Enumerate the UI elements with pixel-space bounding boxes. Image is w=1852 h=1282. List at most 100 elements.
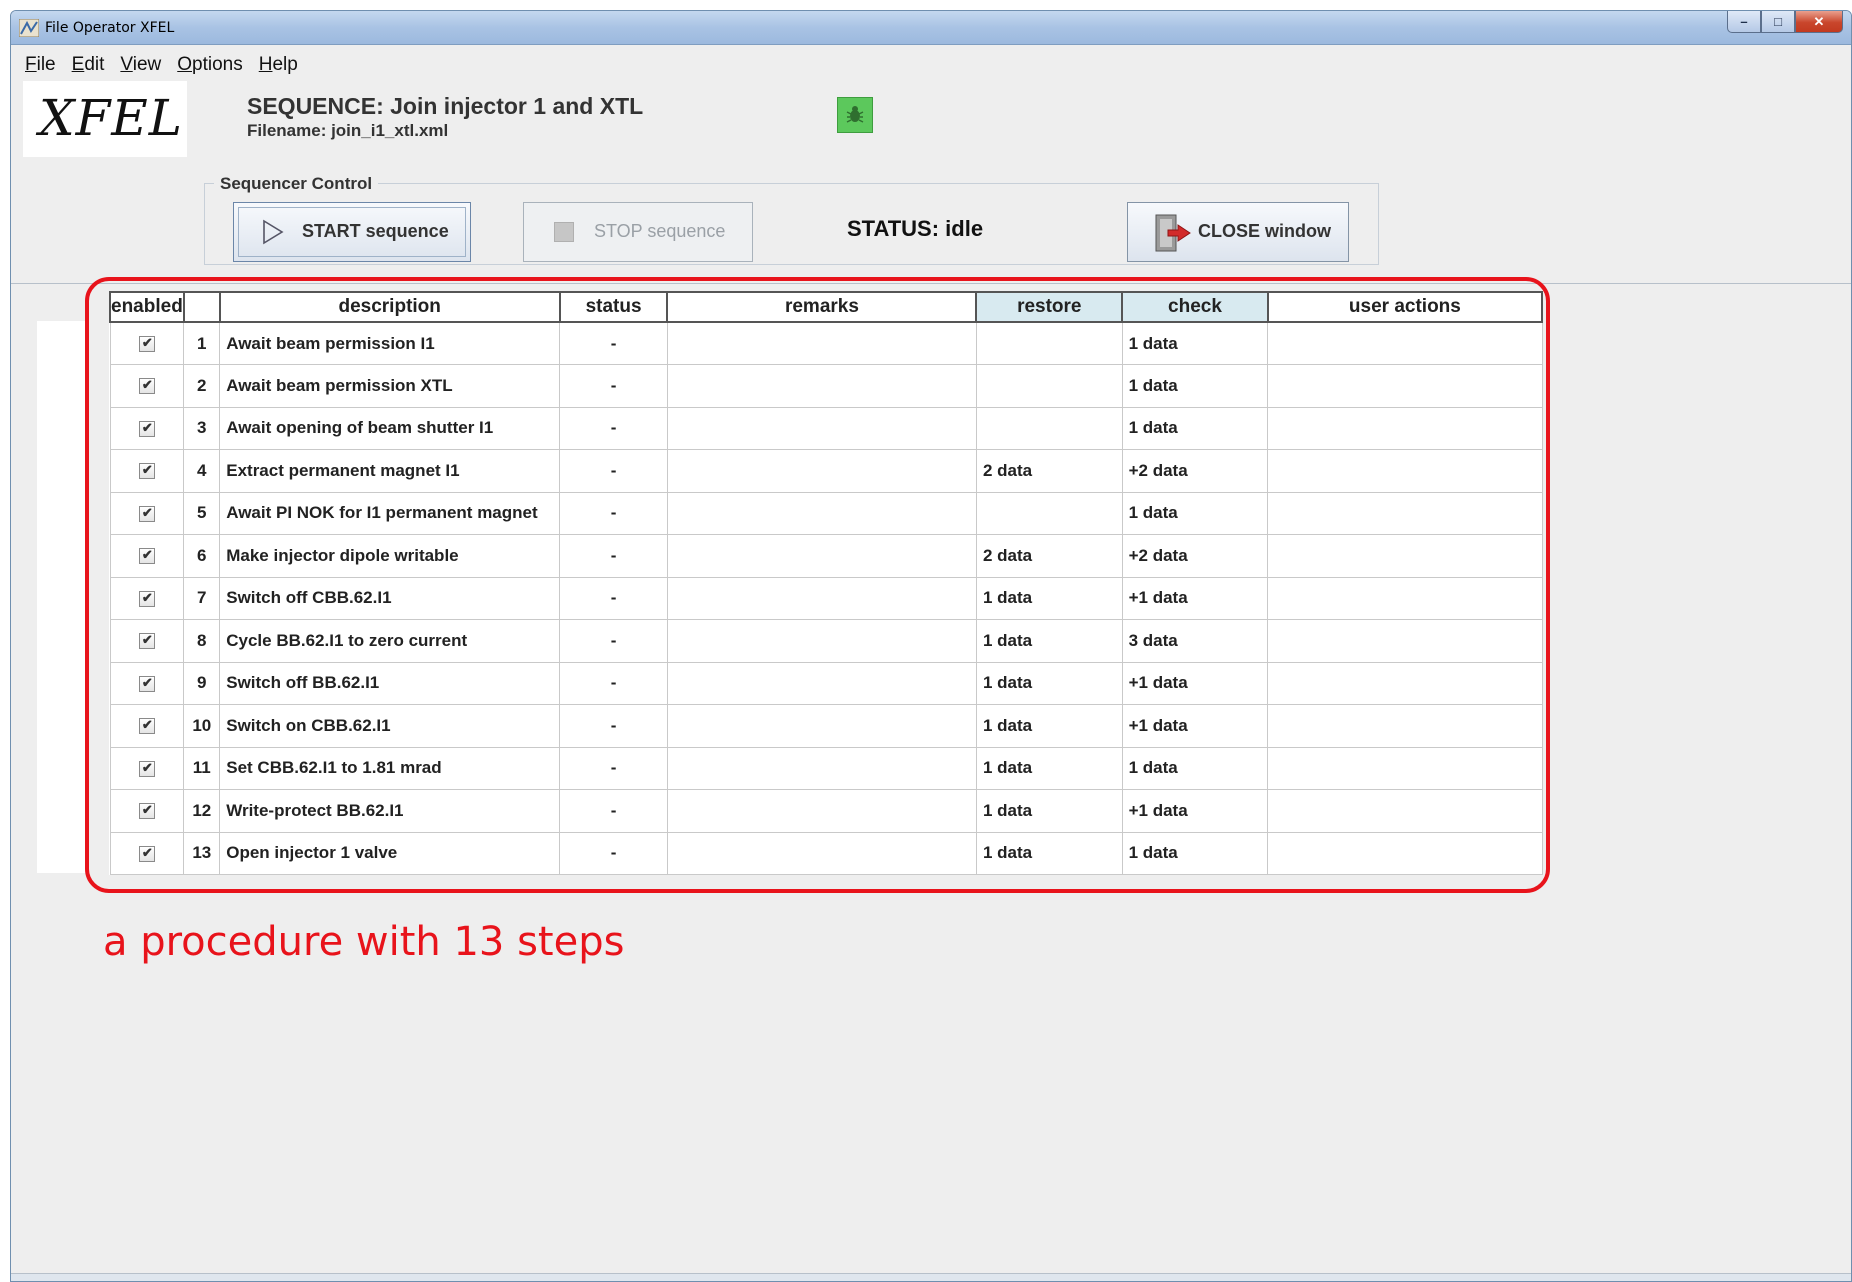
description-cell[interactable]: Switch on CBB.62.I1 [219, 704, 561, 748]
restore-cell[interactable]: 1 data [975, 746, 1123, 790]
step-number-cell[interactable]: 11 [183, 746, 221, 790]
status-cell[interactable]: - [559, 746, 668, 790]
table-row[interactable]: 9Switch off BB.62.I1- 1 data+1 data [109, 661, 1543, 705]
enabled-checkbox[interactable] [138, 632, 155, 650]
user-actions-cell[interactable] [1267, 619, 1543, 663]
column-header-number[interactable] [182, 291, 221, 323]
table-row[interactable]: 1Await beam permission I1- 1 data [109, 321, 1543, 365]
status-cell[interactable]: - [559, 406, 668, 450]
description-cell[interactable]: Switch off BB.62.I1 [219, 661, 561, 705]
enabled-checkbox[interactable] [138, 760, 155, 777]
enabled-checkbox[interactable] [138, 547, 155, 565]
step-number-cell[interactable]: 4 [183, 449, 221, 493]
enabled-checkbox[interactable] [138, 377, 155, 395]
status-cell[interactable]: - [559, 364, 668, 408]
close-icon[interactable]: ✕ [1795, 11, 1843, 33]
remarks-cell[interactable] [666, 576, 977, 620]
table-row[interactable]: 6Make injector dipole writable- 2 data+2 … [109, 534, 1543, 578]
restore-cell[interactable]: 1 data [975, 831, 1123, 875]
description-cell[interactable]: Write-protect BB.62.I1 [219, 789, 561, 833]
remarks-cell[interactable] [666, 746, 977, 790]
user-actions-cell[interactable] [1267, 491, 1543, 535]
step-number-cell[interactable]: 12 [183, 789, 221, 833]
column-header-status[interactable]: status [558, 291, 669, 323]
table-row[interactable]: 8Cycle BB.62.I1 to zero current- 1 data3 … [109, 619, 1543, 663]
enabled-checkbox[interactable] [138, 505, 155, 522]
step-number-cell[interactable]: 5 [183, 491, 221, 535]
check-cell[interactable]: +2 data [1121, 449, 1269, 493]
user-actions-cell[interactable] [1267, 661, 1543, 705]
description-cell[interactable]: Extract permanent magnet I1 [219, 449, 561, 493]
step-number-cell[interactable]: 6 [183, 534, 221, 578]
status-cell[interactable]: - [559, 831, 668, 875]
status-cell[interactable]: - [559, 321, 668, 365]
user-actions-cell[interactable] [1267, 364, 1543, 408]
user-actions-cell[interactable] [1267, 406, 1543, 450]
restore-cell[interactable]: 1 data [975, 704, 1123, 748]
stop-sequence-button[interactable]: STOP sequence [523, 202, 753, 262]
step-number-cell[interactable]: 3 [183, 406, 221, 450]
status-cell[interactable]: - [559, 789, 668, 833]
table-row[interactable]: 5Await PI NOK for I1 permanent magnet- 1 … [109, 491, 1543, 535]
user-actions-cell[interactable] [1267, 746, 1543, 790]
start-sequence-button[interactable]: START sequence [233, 202, 471, 262]
description-cell[interactable]: Await PI NOK for I1 permanent magnet [219, 491, 561, 535]
description-cell[interactable]: Make injector dipole writable [219, 534, 561, 578]
check-cell[interactable]: 1 data [1121, 746, 1269, 790]
remarks-cell[interactable] [666, 364, 977, 408]
column-header-check[interactable]: check [1121, 291, 1269, 323]
enabled-checkbox[interactable] [138, 335, 155, 353]
step-number-cell[interactable]: 2 [183, 364, 221, 408]
description-cell[interactable]: Cycle BB.62.I1 to zero current [219, 619, 561, 663]
enabled-checkbox[interactable] [138, 462, 155, 480]
restore-cell[interactable] [975, 406, 1123, 450]
restore-cell[interactable] [975, 364, 1123, 408]
menu-help[interactable]: Help [251, 47, 306, 75]
check-cell[interactable]: 3 data [1121, 619, 1269, 663]
menu-view[interactable]: View [112, 47, 169, 75]
restore-cell[interactable]: 2 data [975, 449, 1123, 493]
enabled-checkbox[interactable] [138, 802, 155, 820]
step-number-cell[interactable]: 1 [183, 321, 221, 365]
remarks-cell[interactable] [666, 406, 977, 450]
step-number-cell[interactable]: 8 [183, 619, 221, 663]
status-cell[interactable]: - [559, 704, 668, 748]
remarks-cell[interactable] [666, 449, 977, 493]
restore-cell[interactable]: 1 data [975, 619, 1123, 663]
restore-cell[interactable]: 2 data [975, 534, 1123, 578]
description-cell[interactable]: Switch off CBB.62.I1 [219, 576, 561, 620]
table-row[interactable]: 10Switch on CBB.62.I1- 1 data+1 data [109, 704, 1543, 748]
column-header-description[interactable]: description [218, 291, 561, 323]
check-cell[interactable]: 1 data [1121, 491, 1269, 535]
enabled-checkbox[interactable] [138, 717, 155, 735]
step-number-cell[interactable]: 13 [183, 831, 221, 875]
remarks-cell[interactable] [666, 619, 977, 663]
status-cell[interactable]: - [559, 619, 668, 663]
table-row[interactable]: 12Write-protect BB.62.I1- 1 data+1 data [109, 789, 1543, 833]
menu-options[interactable]: Options [169, 47, 250, 75]
column-header-enabled[interactable]: enabled [109, 291, 185, 323]
user-actions-cell[interactable] [1267, 831, 1543, 875]
user-actions-cell[interactable] [1267, 704, 1543, 748]
check-cell[interactable]: 1 data [1121, 831, 1269, 875]
description-cell[interactable]: Await beam permission XTL [219, 364, 561, 408]
step-number-cell[interactable]: 9 [183, 661, 221, 705]
user-actions-cell[interactable] [1267, 576, 1543, 620]
check-cell[interactable]: +2 data [1121, 534, 1269, 578]
check-cell[interactable]: 1 data [1121, 321, 1269, 365]
step-number-cell[interactable]: 7 [183, 576, 221, 620]
column-header-remarks[interactable]: remarks [666, 291, 978, 323]
user-actions-cell[interactable] [1267, 321, 1543, 365]
user-actions-cell[interactable] [1267, 449, 1543, 493]
restore-cell[interactable]: 1 data [975, 789, 1123, 833]
maximize-icon[interactable]: □ [1761, 11, 1795, 33]
check-cell[interactable]: 1 data [1121, 364, 1269, 408]
description-cell[interactable]: Set CBB.62.I1 to 1.81 mrad [219, 746, 561, 790]
check-cell[interactable]: +1 data [1121, 704, 1269, 748]
status-cell[interactable]: - [559, 576, 668, 620]
restore-cell[interactable]: 1 data [975, 661, 1123, 705]
enabled-checkbox[interactable] [138, 675, 155, 692]
remarks-cell[interactable] [666, 321, 977, 365]
remarks-cell[interactable] [666, 789, 977, 833]
menu-file[interactable]: File [17, 47, 64, 75]
